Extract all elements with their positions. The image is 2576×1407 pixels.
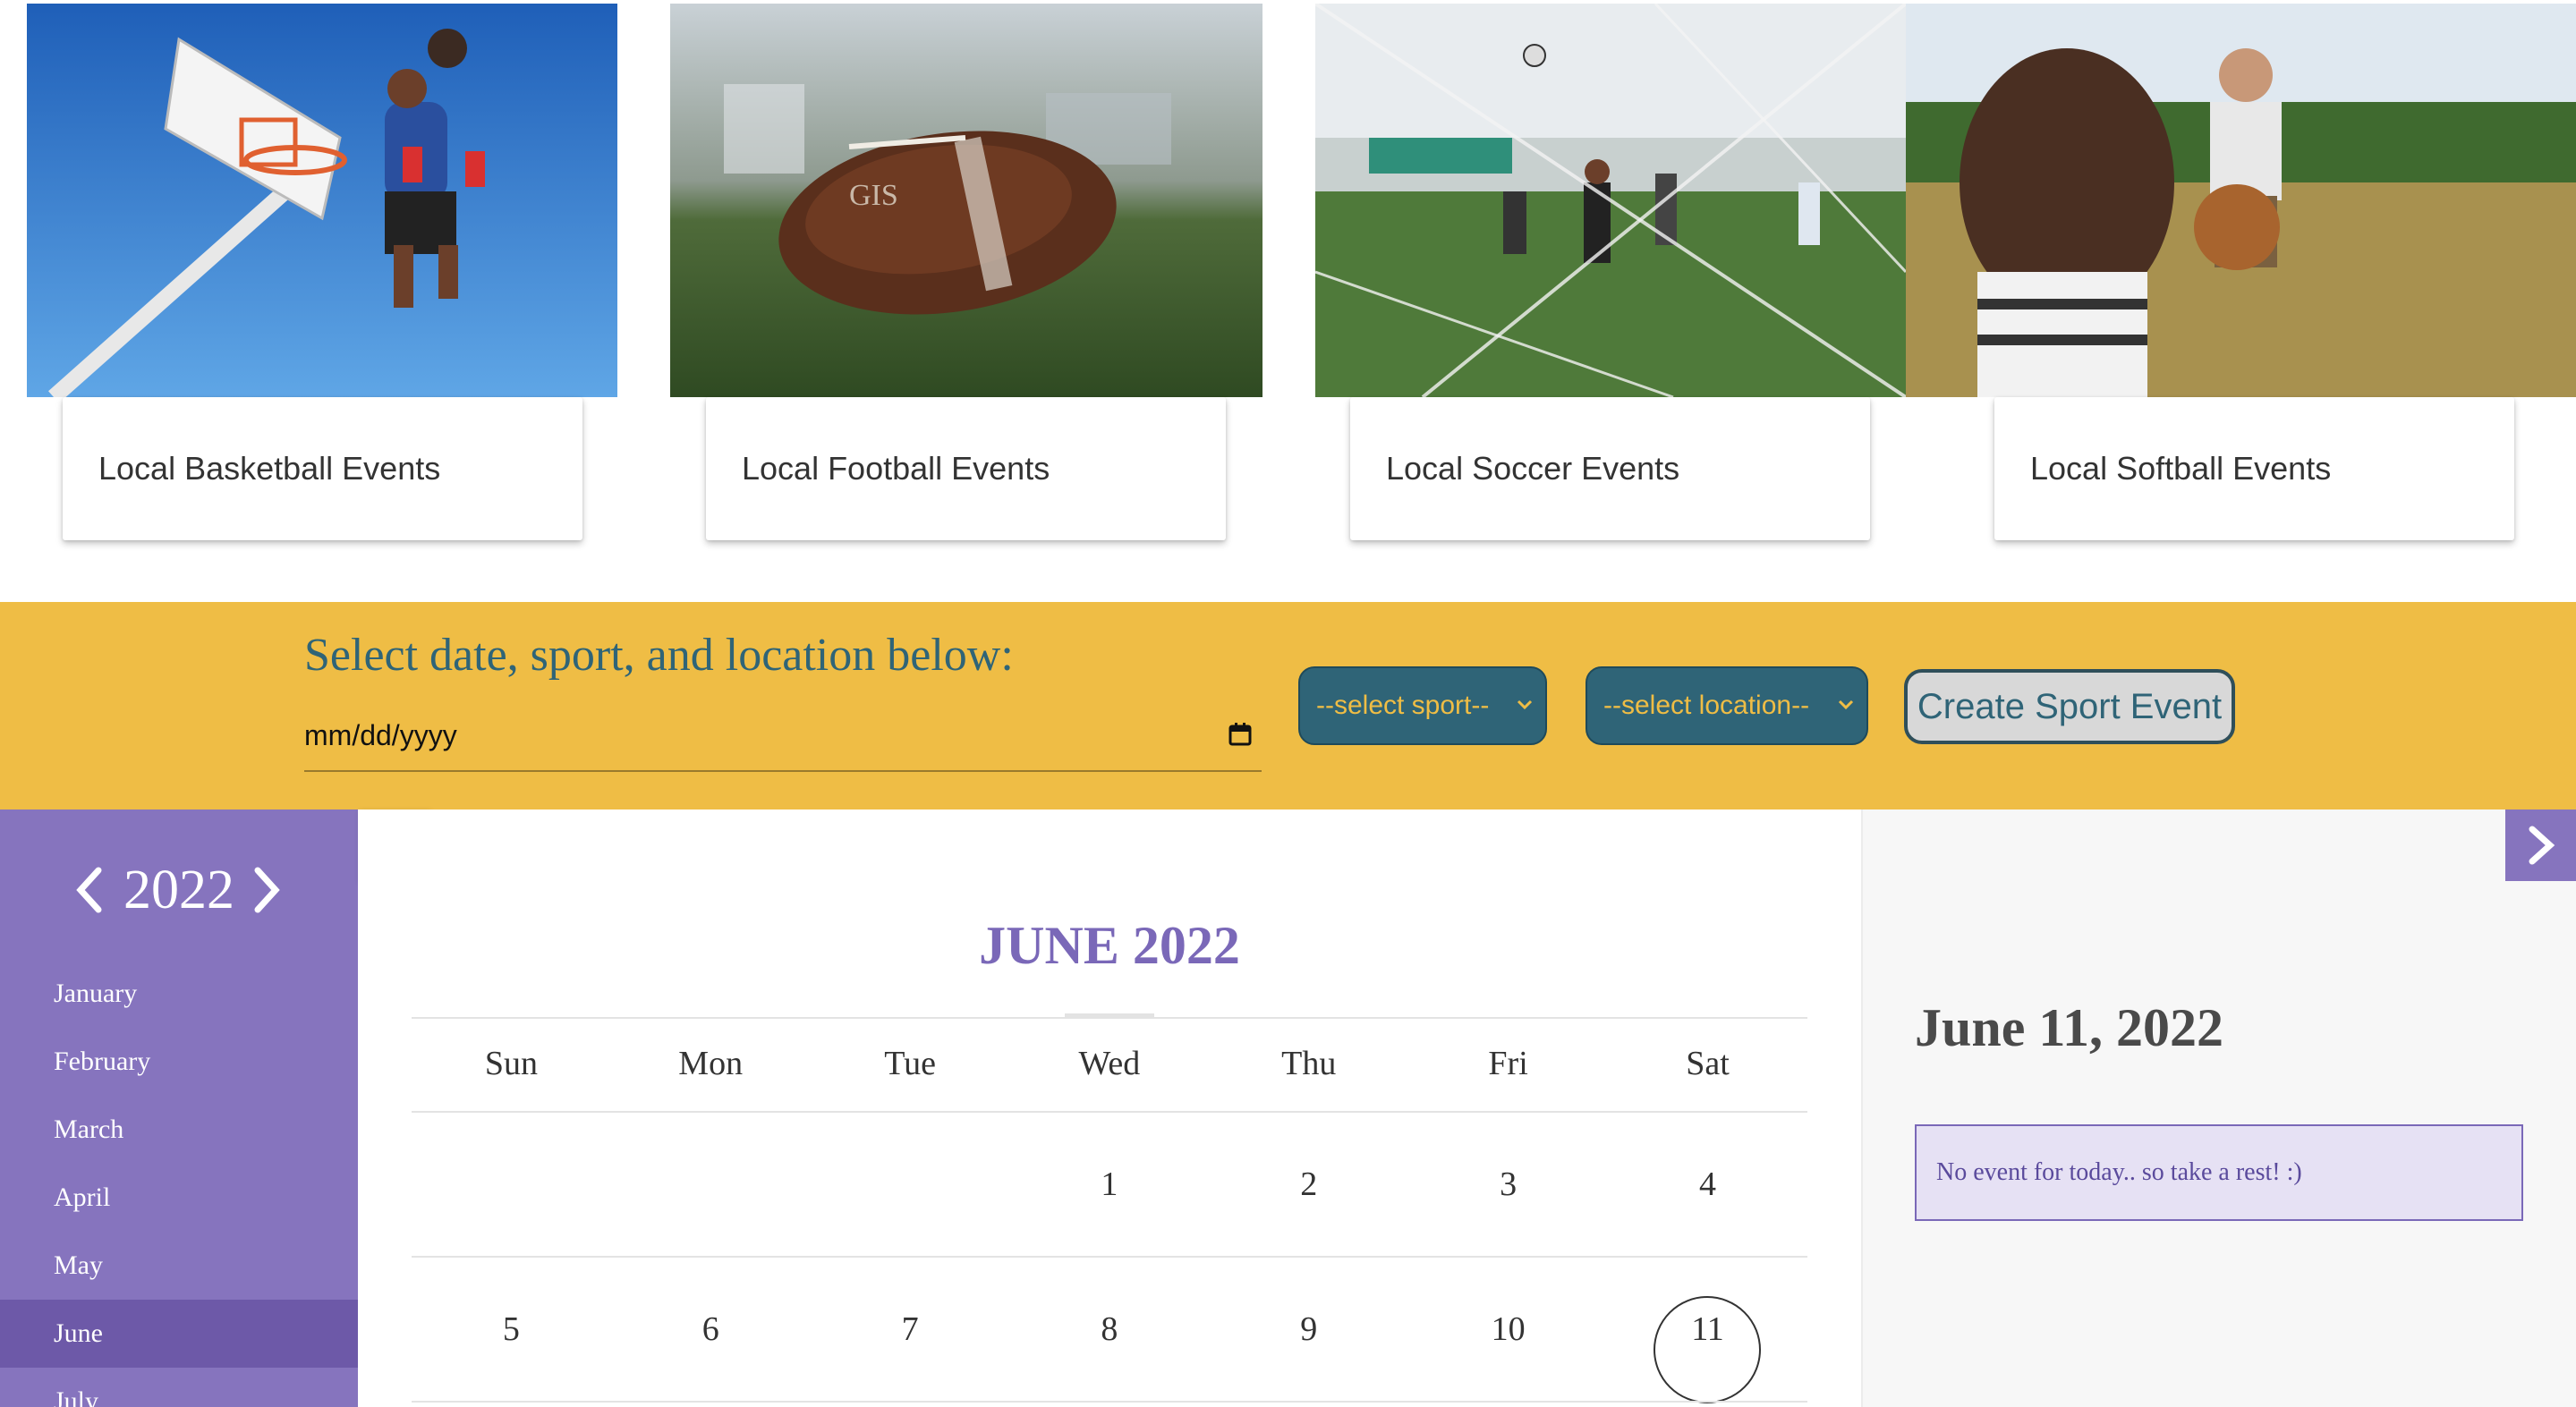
month-item-february[interactable]: February [0, 1028, 358, 1096]
football-image[interactable]: GIS [670, 4, 1262, 397]
softball-events-card[interactable]: Local Softball Events [1994, 397, 2514, 540]
grid-line [412, 1401, 1807, 1403]
day-cell-6[interactable]: 6 [611, 1310, 811, 1349]
svg-text:GIS: GIS [849, 179, 898, 212]
day-cell-8[interactable]: 8 [1010, 1310, 1210, 1349]
day-cell-2[interactable]: 2 [1209, 1165, 1408, 1204]
date-input[interactable]: mm/dd/yyyy [304, 700, 1262, 772]
football-events-card[interactable]: Local Football Events [706, 397, 1226, 540]
weekday-fri: Fri [1488, 1045, 1528, 1082]
day-cell-11-selected[interactable]: 11 [1608, 1310, 1807, 1349]
basketball-events-label: Local Basketball Events [98, 450, 441, 487]
weekday-thu: Thu [1281, 1045, 1337, 1082]
weekday-sat: Sat [1686, 1045, 1730, 1082]
weekday-tue: Tue [884, 1045, 936, 1082]
football-photo: GIS [670, 4, 1262, 397]
grid-line [412, 1017, 1807, 1019]
chevron-down-icon [1838, 699, 1854, 710]
soccer-events-card[interactable]: Local Soccer Events [1350, 397, 1870, 540]
form-title: Select date, sport, and location below: [304, 630, 1014, 681]
sport-select-value: --select sport-- [1316, 691, 1490, 720]
weekday-wed: Wed [1078, 1045, 1141, 1082]
year-selector: 2022 [0, 854, 358, 926]
create-sport-event-button[interactable]: Create Sport Event [1904, 669, 2235, 744]
day-details-panel: June 11, 2022 No event for today.. so ta… [1861, 809, 2576, 1407]
sport-cards-section: Local Basketball Events GIS Local Footba… [0, 0, 2576, 601]
calendar-main: JUNE 2022 Sun Mon Tue Wed Thu Fri Sat 1 … [358, 809, 1861, 1407]
basketball-image[interactable] [27, 4, 617, 397]
month-list: January February March April May June Ju… [0, 960, 358, 1407]
grid-line [412, 1256, 1807, 1258]
day-cell-1[interactable]: 1 [1010, 1165, 1210, 1204]
month-item-january[interactable]: January [0, 960, 358, 1028]
weekday-sun: Sun [484, 1045, 538, 1082]
softball-photo [1906, 4, 2576, 397]
calendar-month-title: JUNE 2022 [979, 916, 1240, 975]
day-cell-5[interactable]: 5 [412, 1310, 611, 1349]
previous-year-icon[interactable] [72, 865, 107, 915]
day-cell-10[interactable]: 10 [1408, 1310, 1608, 1349]
basketball-photo [27, 4, 617, 397]
month-item-july[interactable]: July [0, 1368, 358, 1407]
no-event-text: No event for today.. so take a rest! :) [1936, 1158, 2302, 1186]
chevron-down-icon [1517, 699, 1533, 710]
event-form-band: Select date, sport, and location below: … [0, 602, 2576, 809]
month-item-june[interactable]: June [0, 1300, 358, 1368]
year-label: 2022 [123, 859, 234, 920]
basketball-events-card[interactable]: Local Basketball Events [63, 397, 582, 540]
next-year-icon[interactable] [249, 865, 285, 915]
day-cell-4[interactable]: 4 [1608, 1165, 1807, 1204]
month-item-may[interactable]: May [0, 1232, 358, 1300]
grid-line [412, 1111, 1807, 1113]
month-item-march[interactable]: March [0, 1096, 358, 1164]
day-cell-3[interactable]: 3 [1408, 1165, 1608, 1204]
football-events-label: Local Football Events [742, 450, 1050, 487]
softball-events-label: Local Softball Events [2030, 450, 2332, 487]
soccer-image[interactable] [1315, 4, 1906, 397]
panel-next-button[interactable] [2505, 809, 2576, 881]
soccer-events-label: Local Soccer Events [1386, 450, 1680, 487]
sport-select[interactable]: --select sport-- [1298, 666, 1547, 745]
location-select[interactable]: --select location-- [1586, 666, 1868, 745]
location-select-value: --select location-- [1603, 691, 1810, 720]
weekday-mon: Mon [678, 1045, 744, 1082]
date-placeholder: mm/dd/yyyy [304, 718, 457, 751]
month-sidebar: 2022 January February March April May Ju… [0, 809, 358, 1407]
panel-divider [1861, 809, 1863, 1407]
day-cell-9[interactable]: 9 [1209, 1310, 1408, 1349]
day-cell-7[interactable]: 7 [811, 1310, 1010, 1349]
no-event-message: No event for today.. so take a rest! :) [1915, 1124, 2523, 1221]
month-item-april[interactable]: April [0, 1164, 358, 1232]
softball-image[interactable] [1906, 4, 2576, 397]
soccer-photo [1315, 4, 1906, 397]
chevron-right-icon [2529, 826, 2555, 865]
calendar-icon[interactable] [1228, 722, 1253, 747]
selected-date-heading: June 11, 2022 [1915, 998, 2224, 1057]
